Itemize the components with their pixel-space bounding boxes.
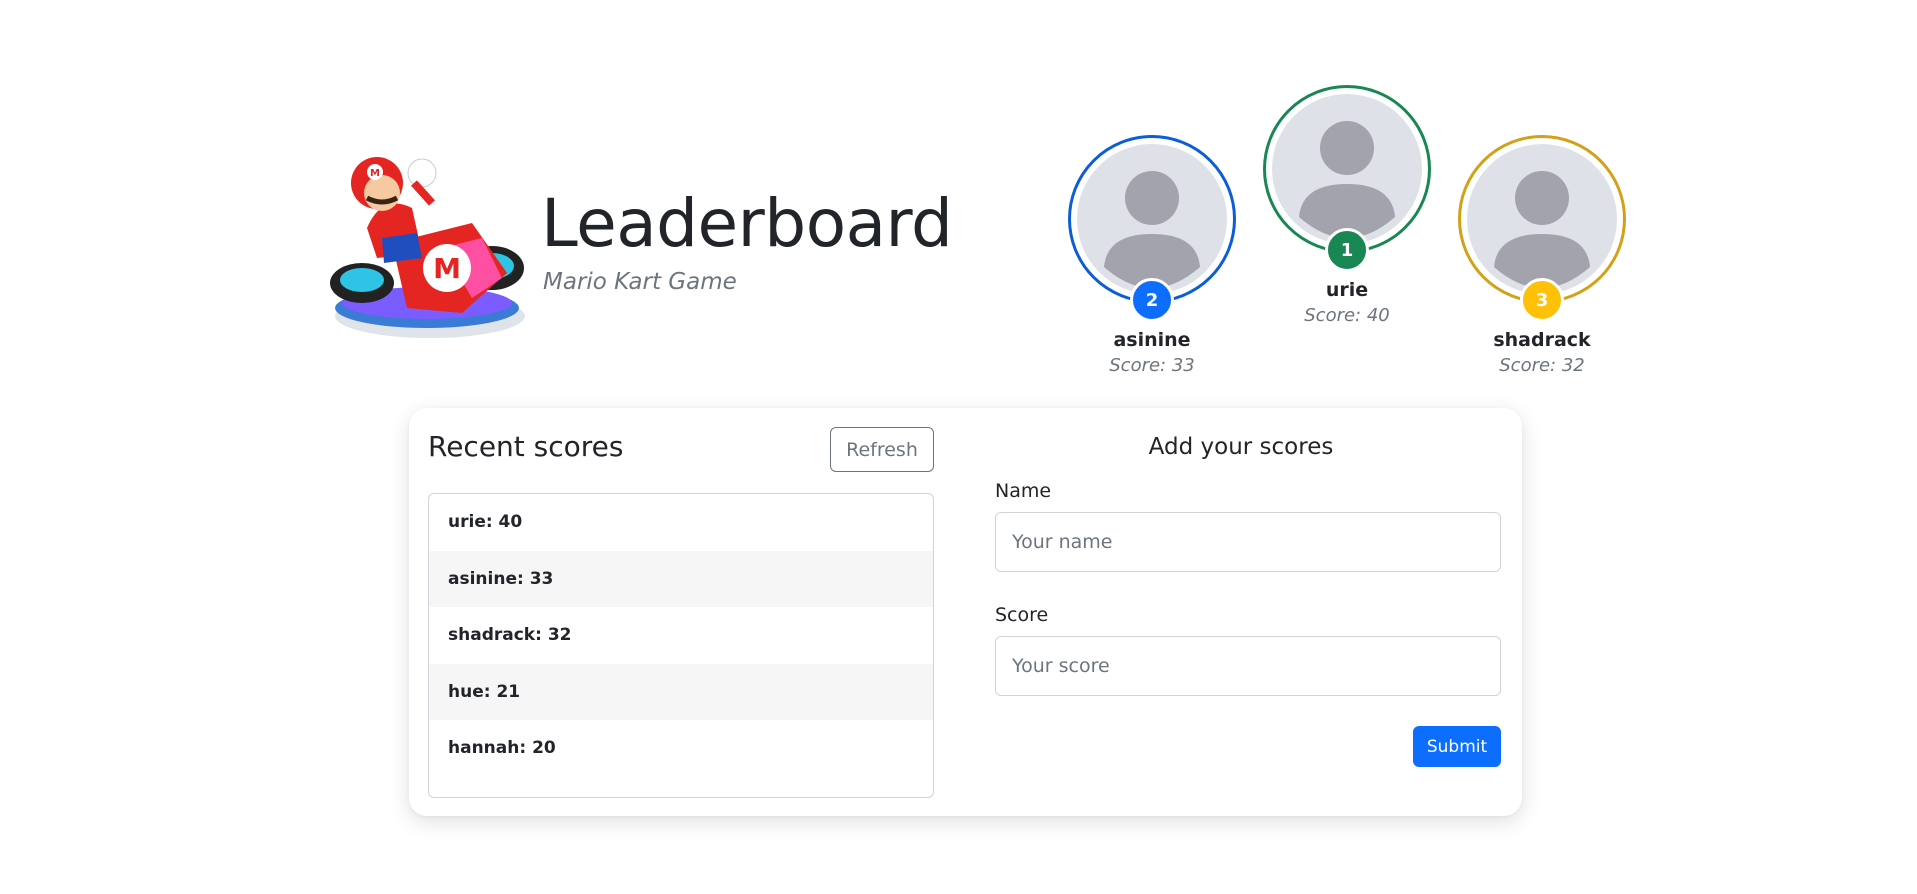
player-score: Score: 32 xyxy=(1499,355,1585,376)
kart-racer-illustration: M M xyxy=(330,157,525,338)
submit-button[interactable]: Submit xyxy=(1413,726,1501,767)
list-item: shadrack: 32 xyxy=(448,625,572,646)
score-label: Score xyxy=(995,604,1049,626)
rank-badge: 2 xyxy=(1130,278,1174,322)
rank-badge: 3 xyxy=(1520,278,1564,322)
avatar-ring: 1 xyxy=(1263,85,1431,272)
user-avatar-icon xyxy=(1467,144,1617,294)
recent-scores-list: urie: 40 asinine: 33 shadrack: 32 hue: 2… xyxy=(428,493,934,798)
avatar-ring: 3 xyxy=(1458,135,1626,322)
podium-third-place: 3 shadrack Score: 32 xyxy=(1427,135,1657,376)
avatar-ring: 2 xyxy=(1068,135,1236,322)
player-name: asinine xyxy=(1113,329,1191,351)
user-avatar-icon xyxy=(1272,94,1422,244)
score-input[interactable] xyxy=(995,636,1501,696)
list-item: hue: 21 xyxy=(429,663,933,720)
scores-card: Recent scores Refresh urie: 40 asinine: … xyxy=(409,408,1522,816)
list-item: hannah: 20 xyxy=(448,738,556,759)
page-subtitle: Mario Kart Game xyxy=(543,269,737,295)
add-scores-title: Add your scores xyxy=(1148,434,1334,460)
recent-scores-title: Recent scores xyxy=(428,430,624,463)
player-score: Score: 33 xyxy=(1109,355,1195,376)
svg-text:M: M xyxy=(370,168,380,179)
name-input[interactable] xyxy=(995,512,1501,572)
list-item: urie: 40 xyxy=(448,512,523,533)
name-label: Name xyxy=(995,480,1052,502)
rank-badge: 1 xyxy=(1325,228,1369,272)
player-name: shadrack xyxy=(1493,329,1591,351)
svg-text:M: M xyxy=(433,252,461,285)
refresh-button[interactable]: Refresh xyxy=(830,427,934,472)
list-item: asinine: 33 xyxy=(429,550,933,607)
page-title: Leaderboard xyxy=(541,185,953,262)
leaderboard-page: M M Leaderboard Mario Kart Game 2 asinin… xyxy=(0,0,1917,894)
user-avatar-icon xyxy=(1077,144,1227,294)
